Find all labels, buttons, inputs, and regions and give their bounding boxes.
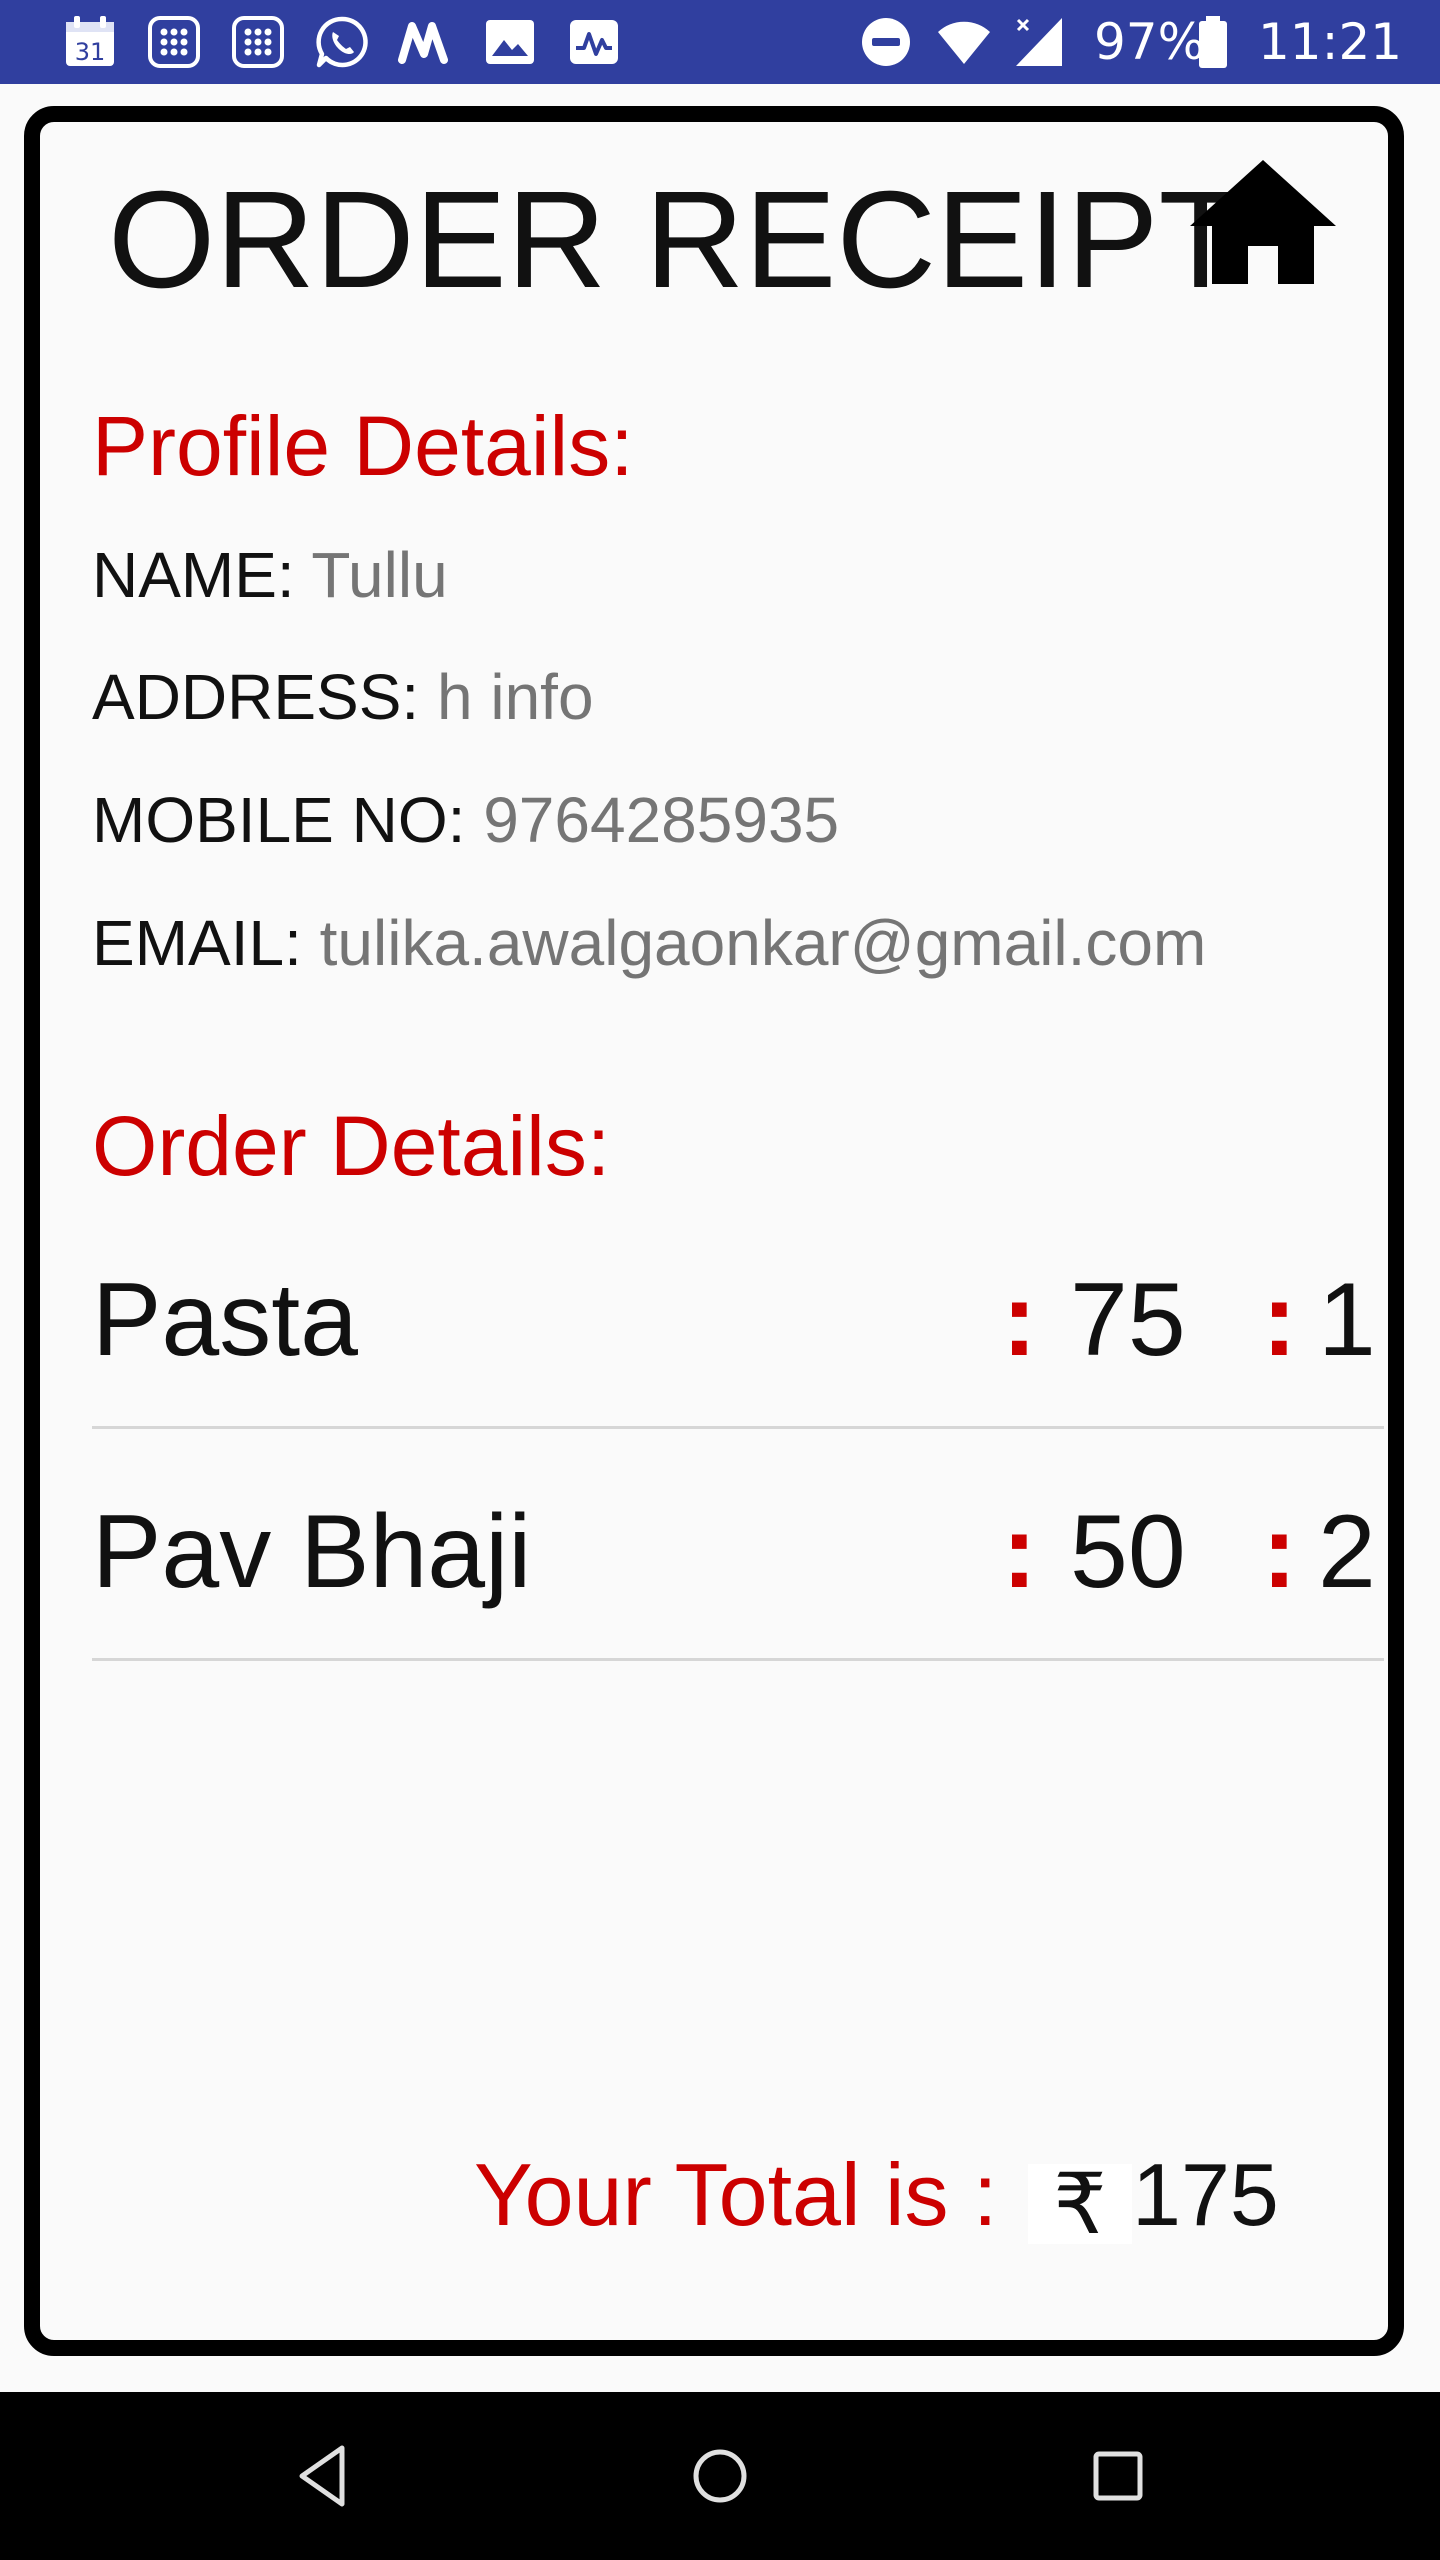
address-label: ADDRESS: [92,661,420,733]
total-label: Your Total is : [474,2145,998,2244]
home-icon[interactable] [1190,160,1336,286]
do-not-disturb-icon [858,14,914,70]
order-item-price: 50 [1070,1494,1186,1610]
cellular-signal-icon [1012,14,1068,70]
row-divider [92,1426,1384,1429]
image-icon [482,14,538,70]
clock: 11:21 [1258,13,1403,71]
qty-separator: : [1262,1262,1297,1378]
order-item-qty: 2 [1318,1494,1376,1610]
home-circle-icon[interactable] [680,2436,760,2516]
order-item-row: Pav Bhaji : 50 : 2 [92,1462,1384,1692]
grid-app-icon [230,14,286,70]
rupee-symbol: ₹ [1028,2162,1132,2246]
row-divider [92,1658,1384,1661]
order-item-name: Pav Bhaji [92,1494,532,1610]
battery-icon [1196,14,1230,70]
email-label: EMAIL: [92,907,302,979]
email-value: tulika.awalgaonkar@gmail.com [319,907,1207,979]
calendar-icon: 31 [62,14,118,70]
activity-chart-icon [566,14,622,70]
order-item-price: 75 [1070,1262,1186,1378]
total-value: 175 [1132,2145,1279,2244]
profile-details-heading: Profile Details: [92,399,634,493]
m-app-icon [398,14,454,70]
order-item-row: Pasta : 75 : 1 [92,1230,1384,1460]
mobile-value: 9764285935 [483,784,840,856]
wifi-icon [936,14,992,70]
price-separator: : [1002,1494,1037,1610]
calendar-day: 31 [75,38,106,66]
mobile-field: MOBILE NO: 9764285935 [92,775,839,865]
order-details-heading: Order Details: [92,1099,611,1193]
whatsapp-icon [314,14,370,70]
qty-separator: : [1262,1494,1297,1610]
name-field: NAME: Tullu [92,530,448,620]
mobile-label: MOBILE NO: [92,784,466,856]
page-title: ORDER RECEIPT [108,163,1243,317]
address-value: h info [436,661,594,733]
battery-percent: 97% [1094,13,1206,71]
address-field: ADDRESS: h info [92,652,594,742]
name-value: Tullu [311,539,448,611]
recents-icon[interactable] [1078,2436,1158,2516]
back-icon[interactable] [284,2436,364,2516]
name-label: NAME: [92,539,295,611]
grid-app-icon [146,14,202,70]
price-separator: : [1002,1262,1037,1378]
navigation-bar [0,2392,1440,2560]
status-bar: 31 97% 11:21 [0,0,1440,84]
order-item-qty: 1 [1318,1262,1376,1378]
email-field: EMAIL: tulika.awalgaonkar@gmail.com [92,898,1206,988]
order-item-name: Pasta [92,1262,358,1378]
